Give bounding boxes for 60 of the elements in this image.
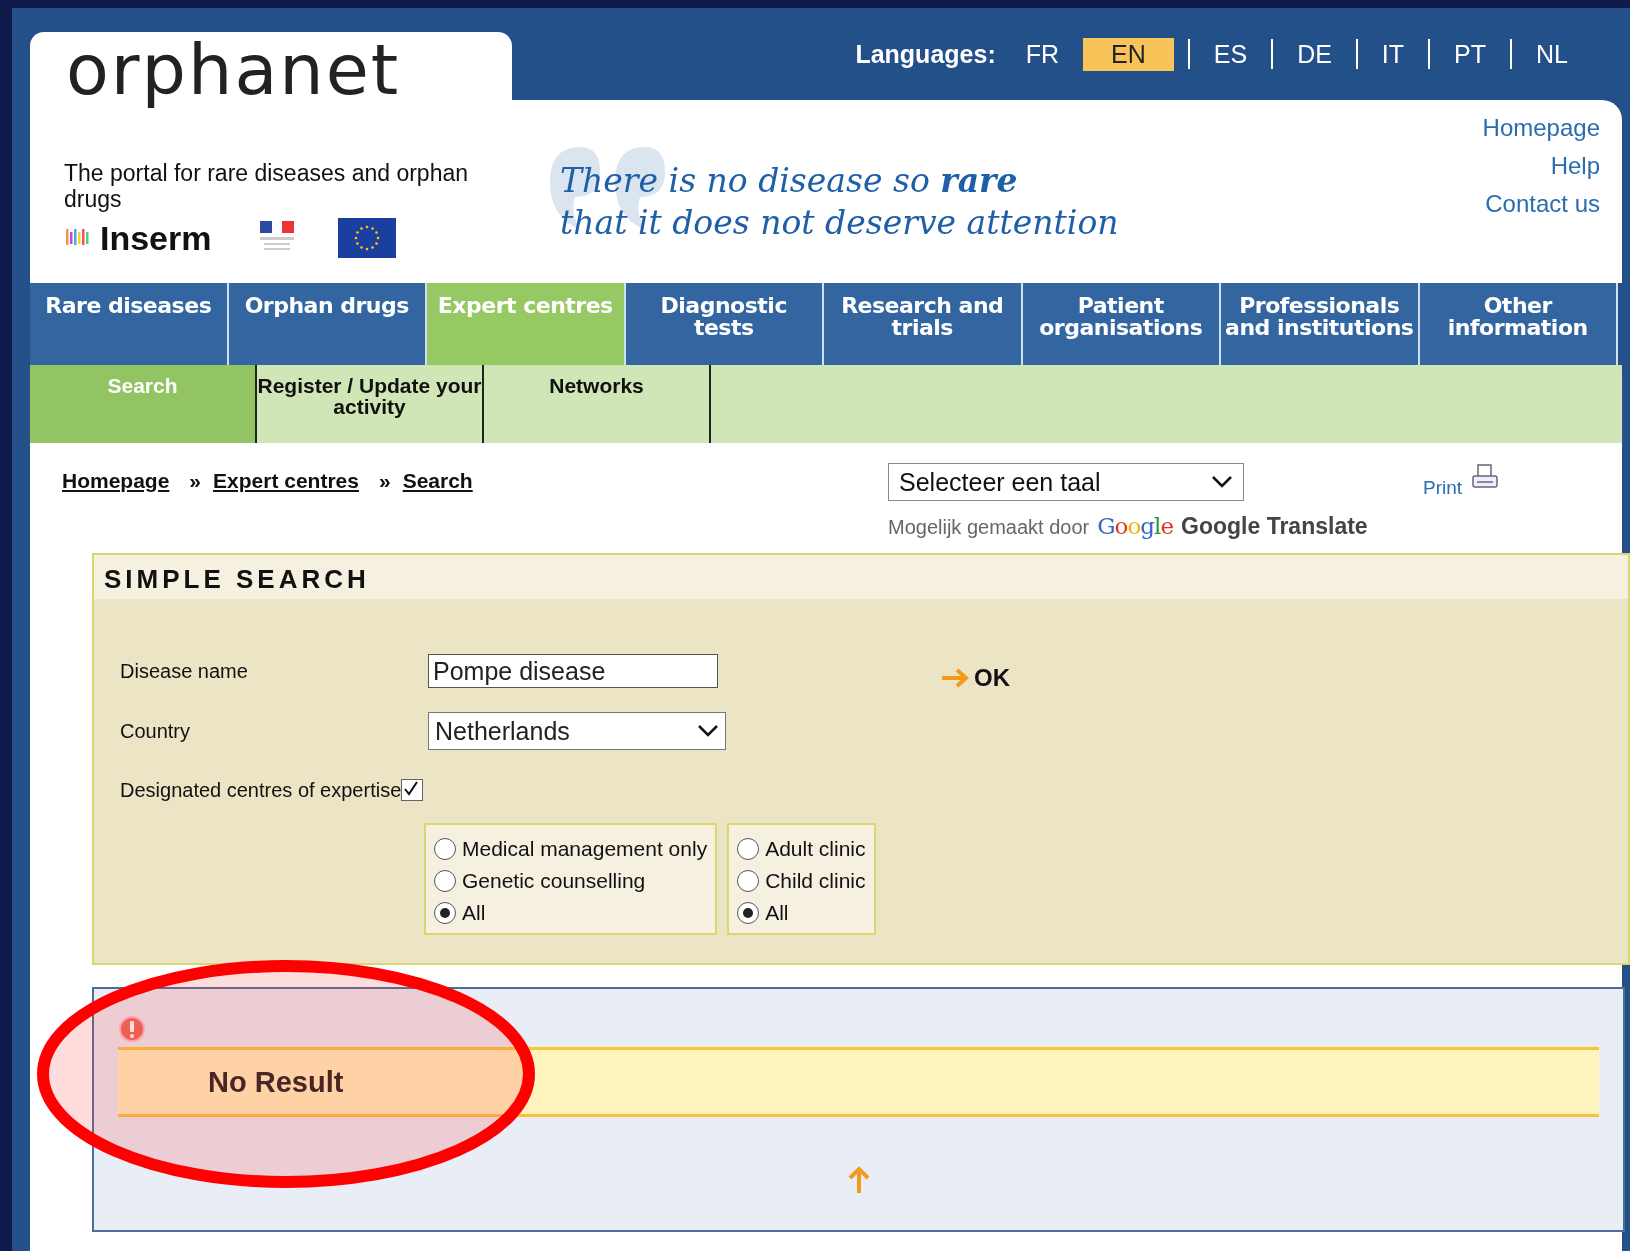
breadcrumb-link[interactable]: Search [402, 469, 473, 493]
language-link[interactable]: FR [1015, 37, 1070, 71]
language-link[interactable]: ES [1203, 37, 1258, 71]
language-select[interactable]: Selecteer een taal [888, 463, 1244, 501]
nav-tab[interactable]: Diagnostic tests [625, 283, 824, 365]
radio-button[interactable] [434, 902, 456, 924]
ok-button[interactable]: OK [974, 664, 1010, 692]
powered-by-text: Mogelijk gemaakt door [888, 516, 1090, 539]
nav-tab[interactable]: Other information [1419, 283, 1618, 365]
radio-label: Genetic counselling [462, 869, 646, 893]
print-link[interactable]: Print [1423, 477, 1463, 499]
orphanet-logo[interactable]: orphanet [30, 32, 512, 108]
radio-label: All [765, 901, 789, 925]
breadcrumb-separator: » [189, 469, 202, 493]
field-label: Country [120, 719, 192, 743]
radio-button[interactable] [434, 870, 456, 892]
language-link[interactable]: IT [1371, 37, 1415, 71]
quote-line: There is no disease so rare [560, 160, 1019, 202]
panel-title: SIMPLE SEARCH [94, 555, 1628, 599]
radio-label: All [462, 901, 486, 925]
radio-label: Child clinic [765, 869, 866, 893]
checkbox[interactable] [401, 779, 424, 801]
languages-label: Languages: [855, 39, 996, 69]
nav-tab[interactable]: Research and trials [824, 283, 1023, 365]
radio-button[interactable] [737, 838, 760, 860]
chevron-down-icon [1211, 475, 1233, 489]
quote-line: that it does not deserve attention [560, 202, 1120, 244]
error-icon [118, 1015, 146, 1043]
eu-flag-icon [337, 218, 396, 258]
nav-tab[interactable]: Professionals and institutions [1221, 283, 1420, 365]
language-link[interactable]: EN [1083, 37, 1174, 71]
nav-tab[interactable]: Patient organisations [1022, 283, 1221, 365]
language-link[interactable]: PT [1444, 37, 1497, 71]
radio-button[interactable] [737, 870, 760, 892]
radio-button[interactable] [737, 902, 760, 924]
header-link[interactable]: Help [1550, 152, 1600, 180]
translate-service-name: Google Translate [1181, 513, 1368, 540]
radio-label: Adult clinic [765, 837, 866, 861]
nav-tab[interactable]: Rare diseases [30, 283, 229, 365]
inserm-logo[interactable]: Inserm [100, 218, 212, 258]
breadcrumb-link[interactable]: Expert centres [213, 469, 359, 493]
arrow-right-icon [940, 667, 970, 689]
breadcrumb-link[interactable]: Homepage [62, 469, 170, 493]
language-link[interactable]: DE [1287, 37, 1342, 71]
radio-button[interactable] [434, 838, 456, 860]
chevron-down-icon [697, 724, 719, 738]
header-link[interactable]: Homepage [1482, 114, 1600, 142]
nav-tab[interactable]: Orphan drugs [228, 283, 427, 365]
printer-icon[interactable] [1470, 463, 1501, 491]
no-result-message: No Result [118, 1047, 1599, 1117]
header-link[interactable]: Contact us [1485, 190, 1600, 218]
disease-name-field[interactable]: Pompe disease [428, 654, 718, 688]
country-select[interactable]: Netherlands [428, 712, 726, 750]
google-logo: Google [1097, 513, 1174, 539]
site-tagline: The portal for rare diseases and orphan drugs [64, 160, 470, 212]
breadcrumb-separator: » [378, 469, 391, 493]
field-label: Designated centres of expertise [120, 778, 402, 802]
radio-label: Medical management only [462, 837, 708, 861]
field-label: Disease name [120, 659, 249, 683]
language-link[interactable]: NL [1526, 37, 1578, 71]
